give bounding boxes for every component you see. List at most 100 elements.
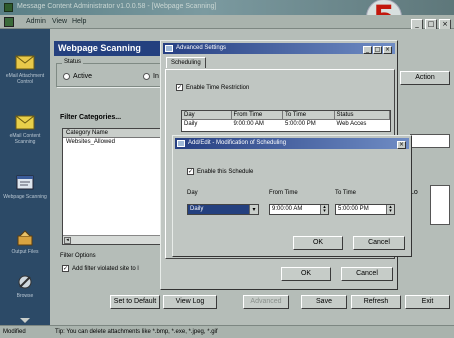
right-field[interactable] — [410, 134, 450, 148]
status-group-label: Status — [62, 59, 84, 65]
nav-item-browse[interactable]: Browse — [0, 273, 50, 299]
category-listbox[interactable]: Category Name Websites_Allowed ◂ — [62, 128, 172, 245]
status-group: Status Active In — [56, 59, 164, 87]
action-button[interactable]: Action — [400, 71, 450, 85]
window-title: Message Content Administrator v1.0.0.58 … — [17, 3, 217, 10]
minimize-icon[interactable]: _ — [363, 46, 372, 54]
to-time-value: 5:00:00 PM — [338, 206, 369, 212]
set-default-button[interactable]: Set to Default — [110, 295, 160, 309]
close-icon[interactable]: × — [397, 141, 406, 149]
status-bar: Modified Tip: You can delete attachments… — [0, 325, 454, 338]
day-select-value: Daily — [190, 206, 204, 212]
spin-arrows-icon[interactable]: ▴ ▾ — [320, 205, 328, 214]
browse-icon — [18, 275, 32, 289]
save-button[interactable]: Save — [301, 295, 347, 309]
day-select[interactable]: Daily ▾ — [187, 204, 259, 215]
right-list[interactable] — [430, 185, 450, 225]
schedule-cancel-button[interactable]: Cancel — [353, 236, 405, 250]
list-scrollbar[interactable]: ◂ — [63, 235, 171, 244]
menu-help[interactable]: Help — [72, 18, 86, 25]
table-row[interactable]: Daily 9:00:00 AM 5:00:00 PM Web Acces — [182, 120, 390, 129]
enable-time-restriction-label: Enable Time Restriction — [186, 84, 250, 91]
schedule-edit-dialog: Add/Edit - Modification of Scheduling × … — [172, 135, 412, 257]
from-time-value: 9:00:00 AM — [272, 206, 303, 212]
enable-schedule-label: Enable this Schedule — [197, 168, 254, 175]
advanced-cancel-button[interactable]: Cancel — [341, 267, 393, 281]
nav-item-webpage-scanning[interactable]: Webpage Scanning — [0, 174, 50, 200]
radio-inactive[interactable]: In — [143, 73, 159, 80]
refresh-button[interactable]: Refresh — [351, 295, 401, 309]
webpage-scanning-icon — [16, 175, 34, 190]
radio-active[interactable]: Active — [63, 73, 92, 80]
radio-dot[interactable] — [63, 73, 70, 80]
cell-day: Daily — [184, 121, 198, 127]
nav-scroll-down-icon[interactable] — [20, 318, 30, 323]
nav-label: eMail Attachment Control — [5, 73, 45, 85]
radio-dot[interactable] — [143, 73, 150, 80]
col-to-time[interactable]: To Time — [283, 111, 335, 120]
advanced-ok-button[interactable]: OK — [281, 267, 331, 281]
tab-scheduling[interactable]: Scheduling — [166, 57, 206, 68]
nav-label: Browse — [16, 293, 34, 299]
view-log-button[interactable]: View Log — [163, 295, 217, 309]
to-time-spinner[interactable]: 5:00:00 PM ▴ ▾ — [335, 204, 395, 215]
from-time-spinner[interactable]: 9:00:00 AM ▴ ▾ — [269, 204, 329, 215]
dialog-titlebar: Advanced Settings _ □ × — [163, 43, 395, 54]
nav-item-output-files[interactable]: Output Files — [0, 229, 50, 255]
nav-label: eMail Content Scanning — [9, 133, 41, 145]
list-header[interactable]: Category Name — [63, 129, 171, 138]
from-time-label: From Time — [269, 190, 298, 196]
nav-item-email-content[interactable]: eMail Content Scanning — [0, 113, 50, 145]
menu-view[interactable]: View — [52, 18, 67, 25]
dialog-titlebar: Add/Edit - Modification of Scheduling × — [175, 138, 409, 149]
schedule-table[interactable]: Day From Time To Time Status Daily 9:00:… — [181, 110, 391, 132]
col-from-time[interactable]: From Time — [231, 111, 284, 120]
email-content-icon — [15, 115, 35, 130]
app-icon — [4, 3, 13, 12]
col-day[interactable]: Day — [182, 111, 232, 120]
checkbox-box[interactable]: ✓ — [176, 84, 183, 91]
dialog-title: Advanced Settings — [176, 45, 227, 51]
filter-categories-label: Filter Categories... — [60, 114, 122, 121]
scroll-left-icon[interactable]: ◂ — [64, 237, 71, 244]
col-status[interactable]: Status — [334, 111, 390, 120]
dialog-icon — [165, 45, 173, 52]
nav-label: Output Files — [11, 249, 39, 255]
cell-from-time: 9:00:00 AM — [233, 121, 264, 127]
dialog-title: Add/Edit - Modification of Scheduling — [188, 140, 287, 146]
menubar: Admin View Help — [0, 15, 454, 29]
radio-inactive-label: In — [153, 73, 159, 80]
table-header: Day From Time To Time Status — [182, 111, 390, 120]
radio-active-label: Active — [73, 73, 93, 80]
output-files-icon — [17, 230, 33, 246]
maximize-icon[interactable]: □ — [373, 46, 382, 54]
exit-button[interactable]: Exit — [405, 295, 450, 309]
close-icon[interactable]: × — [383, 46, 392, 54]
nav-label: Webpage Scanning — [3, 194, 47, 200]
schedule-ok-button[interactable]: OK — [293, 236, 343, 250]
add-violated-site-label: Add filter violated site to l — [72, 265, 139, 272]
chevron-down-icon[interactable]: ▾ — [249, 205, 258, 214]
menu-admin[interactable]: Admin — [26, 18, 46, 25]
cell-status: Web Acces — [336, 121, 367, 127]
cell-to-time: 5:00:00 PM — [285, 121, 316, 127]
advanced-button[interactable]: Advanced — [243, 295, 289, 309]
enable-schedule-checkbox[interactable]: ✓ Enable this Schedule — [187, 168, 253, 175]
enable-time-restriction-checkbox[interactable]: ✓ Enable Time Restriction — [176, 84, 249, 91]
list-item[interactable]: Websites_Allowed — [63, 138, 171, 147]
day-label: Day — [187, 190, 198, 196]
checkbox-box[interactable]: ✓ — [187, 168, 194, 175]
filter-options-label: Filter Options — [60, 253, 96, 259]
spin-arrows-icon[interactable]: ▴ ▾ — [386, 205, 394, 214]
dialog-icon — [177, 140, 185, 147]
left-nav: eMail Attachment Control eMail Content S… — [0, 29, 50, 325]
nav-item-email-attachment[interactable]: eMail Attachment Control — [0, 53, 50, 85]
menu-app-icon — [4, 17, 14, 27]
to-time-label: To Time — [335, 190, 357, 196]
email-attachment-icon — [15, 55, 35, 70]
add-violated-site-checkbox[interactable]: ✓ Add filter violated site to l — [62, 265, 139, 272]
page-title: Webpage Scanning — [54, 41, 168, 56]
status-tip: Tip: You can delete attachments like *.b… — [55, 329, 218, 335]
checkbox-box[interactable]: ✓ — [62, 265, 69, 272]
status-state: Modified — [3, 329, 26, 335]
